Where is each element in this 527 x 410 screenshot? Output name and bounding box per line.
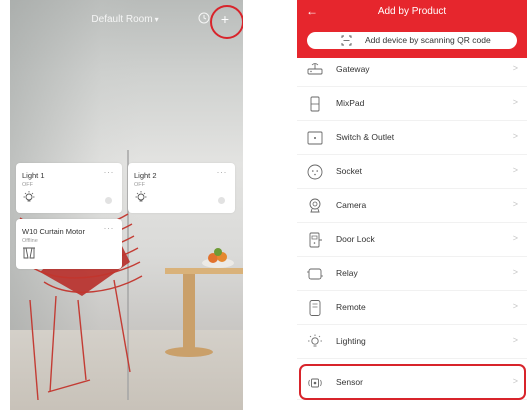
list-item-lighting[interactable]: Lighting > xyxy=(297,325,527,359)
chevron-right-icon: > xyxy=(512,97,518,107)
device-card-light-2[interactable]: Light 2 OFF ··· xyxy=(128,163,235,213)
bulb-icon xyxy=(135,191,147,202)
bulb-icon xyxy=(23,191,35,202)
device-card-light-1[interactable]: Light 1 OFF ··· xyxy=(16,163,122,213)
chevron-right-icon: > xyxy=(512,199,518,209)
chevron-right-icon: > xyxy=(512,131,518,141)
chevron-down-icon: ▾ xyxy=(154,15,159,24)
power-toggle[interactable] xyxy=(105,197,112,204)
chevron-right-icon: > xyxy=(512,63,518,73)
more-options-icon[interactable]: ··· xyxy=(217,167,228,177)
list-item-camera[interactable]: Camera > xyxy=(297,189,527,223)
list-item-gateway[interactable]: Gateway > xyxy=(297,53,527,87)
scan-qr-label: Add device by scanning QR code xyxy=(365,35,491,45)
chevron-right-icon: > xyxy=(512,165,518,175)
device-name: Light 1 xyxy=(22,171,45,180)
door-lock-icon xyxy=(309,232,322,248)
camera-icon xyxy=(309,198,321,213)
list-item-remote[interactable]: Remote > xyxy=(297,291,527,325)
device-card-curtain-motor[interactable]: W10 Curtain Motor Offline ··· xyxy=(16,219,122,269)
lighting-icon xyxy=(308,334,322,347)
chevron-right-icon: > xyxy=(512,301,518,311)
device-status: OFF xyxy=(22,182,33,188)
scan-qr-button[interactable]: Add device by scanning QR code xyxy=(307,32,517,49)
remote-icon xyxy=(309,300,321,316)
sensor-item-highlight xyxy=(299,364,526,400)
curtain-icon xyxy=(23,247,35,259)
more-options-icon[interactable]: ··· xyxy=(104,167,115,177)
add-by-product-screen: ← Add by Product Add device by scanning … xyxy=(297,0,527,410)
qr-scan-icon xyxy=(341,35,352,46)
more-options-icon[interactable]: ··· xyxy=(104,223,115,233)
chevron-right-icon: > xyxy=(512,335,518,345)
relay-icon xyxy=(307,268,323,280)
list-item-switch-outlet[interactable]: Switch & Outlet > xyxy=(297,121,527,155)
list-item-socket[interactable]: Socket > xyxy=(297,155,527,189)
socket-icon xyxy=(307,164,323,180)
timer-icon[interactable] xyxy=(198,12,210,24)
header-bar: ← Add by Product Add device by scanning … xyxy=(297,0,527,58)
switch-outlet-icon xyxy=(307,131,323,145)
device-status: OFF xyxy=(134,182,145,188)
list-item-relay[interactable]: Relay > xyxy=(297,257,527,291)
device-name: W10 Curtain Motor xyxy=(22,227,85,236)
device-status: Offline xyxy=(22,238,38,244)
chevron-right-icon: > xyxy=(512,267,518,277)
home-screen: Default Room ▾ + Light 1 OFF ··· Light 2 … xyxy=(10,0,243,410)
gateway-icon xyxy=(307,63,323,75)
list-item-door-lock[interactable]: Door Lock > xyxy=(297,223,527,257)
device-name: Light 2 xyxy=(134,171,157,180)
page-title: Add by Product xyxy=(377,6,447,17)
add-button-highlight xyxy=(210,5,243,39)
list-item-mixpad[interactable]: MixPad > xyxy=(297,87,527,121)
power-toggle[interactable] xyxy=(218,197,225,204)
mixpad-icon xyxy=(310,96,320,112)
room-title[interactable]: Default Room ▾ xyxy=(70,14,180,25)
chevron-right-icon: > xyxy=(512,233,518,243)
